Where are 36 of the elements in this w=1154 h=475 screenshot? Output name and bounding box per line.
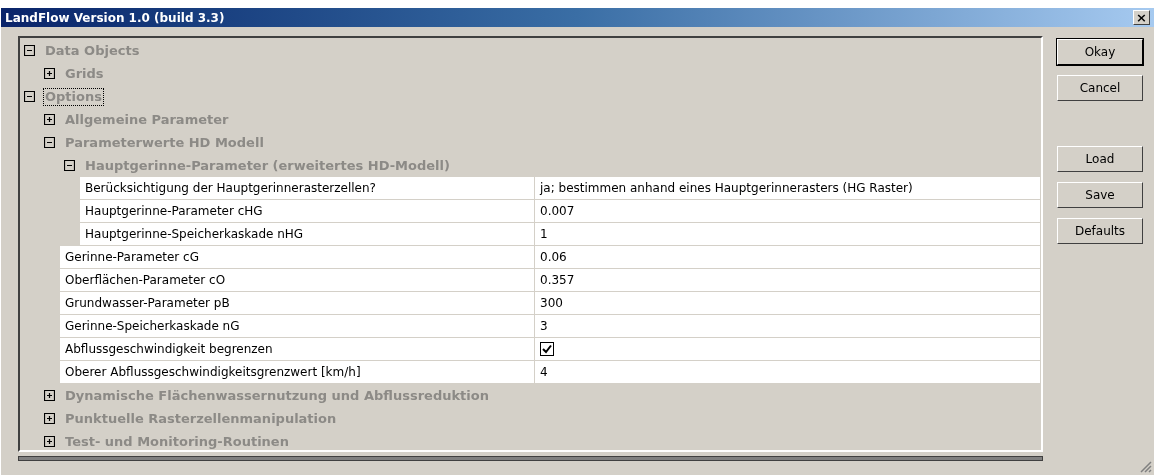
dialog-button[interactable]: Cancel [1057, 75, 1143, 101]
expand-icon[interactable] [44, 436, 55, 447]
dialog-button[interactable]: Defaults [1057, 218, 1143, 244]
dialog-button[interactable]: Okay [1057, 39, 1143, 65]
property-name-cell: Berücksichtigung der Hauptgerinnerasterzellen? [80, 177, 535, 200]
property-name-cell: Oberflächen-Parameter cO [60, 269, 535, 292]
property-value-cell[interactable]: 3 [535, 315, 1040, 338]
expand-icon[interactable] [44, 68, 55, 79]
property-name-cell: Hauptgerinne-Speicherkaskade nHG [80, 223, 535, 246]
property-value-cell[interactable]: 0.007 [535, 200, 1040, 223]
property-name-cell: Gerinne-Speicherkaskade nG [60, 315, 535, 338]
property-value-cell[interactable]: 4 [535, 361, 1040, 384]
collapse-icon[interactable] [24, 45, 35, 56]
collapse-icon[interactable] [44, 137, 55, 148]
collapse-icon[interactable] [24, 91, 35, 102]
expand-icon[interactable] [44, 390, 55, 401]
property-value-cell[interactable]: 1 [535, 223, 1040, 246]
scrollbar[interactable] [18, 456, 1043, 461]
close-button[interactable]: × [1133, 10, 1150, 25]
property-value-cell[interactable]: 0.06 [535, 246, 1040, 269]
property-value-cell[interactable]: 300 [535, 292, 1040, 315]
window-title: LandFlow Version 1.0 (build 3.3) [5, 9, 225, 27]
checkbox[interactable] [540, 342, 554, 356]
expand-icon[interactable] [44, 413, 55, 424]
property-name-cell: Abflussgeschwindigkeit begrenzen [60, 338, 535, 361]
collapse-icon[interactable] [64, 160, 75, 171]
property-value-cell[interactable]: 0.357 [535, 269, 1040, 292]
property-name-cell: Grundwasser-Parameter pB [60, 292, 535, 315]
property-name-cell: Hauptgerinne-Parameter cHG [80, 200, 535, 223]
dialog-button[interactable]: Save [1057, 182, 1143, 208]
expand-icon[interactable] [44, 114, 55, 125]
property-name-cell: Gerinne-Parameter cG [60, 246, 535, 269]
property-value-cell[interactable]: ja; bestimmen anhand eines Hauptgerinnerasters (HG Raster) [535, 177, 1040, 200]
property-name-cell: Oberer Abflussgeschwindigkeitsgrenzwert [km/h] [60, 361, 535, 384]
dialog-button[interactable]: Load [1057, 146, 1143, 172]
resize-grip-icon[interactable] [1140, 461, 1152, 473]
